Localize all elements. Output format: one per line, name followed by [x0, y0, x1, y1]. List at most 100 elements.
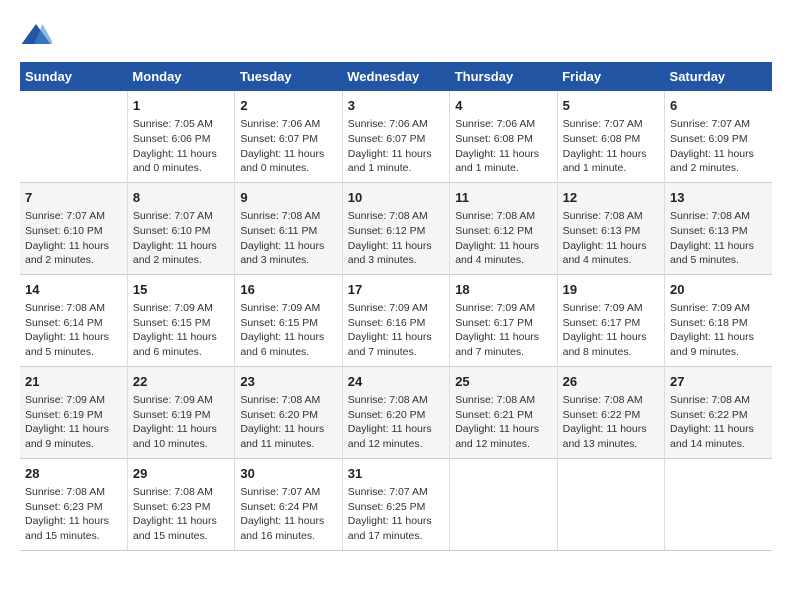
day-info: Sunrise: 7:08 AMSunset: 6:13 PMDaylight:… [563, 209, 659, 268]
calendar-cell: 5 Sunrise: 7:07 AMSunset: 6:08 PMDaylight… [557, 91, 664, 182]
day-info: Sunrise: 7:09 AMSunset: 6:16 PMDaylight:… [348, 301, 444, 360]
calendar-cell: 2 Sunrise: 7:06 AMSunset: 6:07 PMDaylight… [235, 91, 342, 182]
day-info: Sunrise: 7:08 AMSunset: 6:14 PMDaylight:… [25, 301, 122, 360]
calendar-cell: 17 Sunrise: 7:09 AMSunset: 6:16 PMDayligh… [342, 274, 449, 366]
calendar-cell: 13 Sunrise: 7:08 AMSunset: 6:13 PMDayligh… [665, 182, 772, 274]
day-info: Sunrise: 7:08 AMSunset: 6:22 PMDaylight:… [670, 393, 767, 452]
day-number: 15 [133, 281, 229, 299]
week-row-1: 1 Sunrise: 7:05 AMSunset: 6:06 PMDaylight… [20, 91, 772, 182]
calendar-cell: 8 Sunrise: 7:07 AMSunset: 6:10 PMDaylight… [127, 182, 234, 274]
day-info: Sunrise: 7:09 AMSunset: 6:15 PMDaylight:… [133, 301, 229, 360]
calendar-cell [20, 91, 127, 182]
day-number: 27 [670, 373, 767, 391]
day-info: Sunrise: 7:08 AMSunset: 6:12 PMDaylight:… [348, 209, 444, 268]
day-number: 28 [25, 465, 122, 483]
day-info: Sunrise: 7:07 AMSunset: 6:08 PMDaylight:… [563, 117, 659, 176]
calendar-cell: 30 Sunrise: 7:07 AMSunset: 6:24 PMDayligh… [235, 458, 342, 550]
day-number: 13 [670, 189, 767, 207]
day-info: Sunrise: 7:08 AMSunset: 6:22 PMDaylight:… [563, 393, 659, 452]
day-info: Sunrise: 7:08 AMSunset: 6:20 PMDaylight:… [348, 393, 444, 452]
calendar-cell: 18 Sunrise: 7:09 AMSunset: 6:17 PMDayligh… [450, 274, 557, 366]
day-number: 3 [348, 97, 444, 115]
day-number: 29 [133, 465, 229, 483]
day-number: 25 [455, 373, 551, 391]
calendar-cell: 4 Sunrise: 7:06 AMSunset: 6:08 PMDaylight… [450, 91, 557, 182]
day-info: Sunrise: 7:08 AMSunset: 6:21 PMDaylight:… [455, 393, 551, 452]
calendar-cell: 24 Sunrise: 7:08 AMSunset: 6:20 PMDayligh… [342, 366, 449, 458]
header-tuesday: Tuesday [235, 62, 342, 91]
day-info: Sunrise: 7:07 AMSunset: 6:24 PMDaylight:… [240, 485, 336, 544]
day-info: Sunrise: 7:06 AMSunset: 6:07 PMDaylight:… [240, 117, 336, 176]
calendar-cell [450, 458, 557, 550]
calendar-cell: 19 Sunrise: 7:09 AMSunset: 6:17 PMDayligh… [557, 274, 664, 366]
day-number: 5 [563, 97, 659, 115]
day-info: Sunrise: 7:09 AMSunset: 6:17 PMDaylight:… [563, 301, 659, 360]
day-info: Sunrise: 7:09 AMSunset: 6:19 PMDaylight:… [133, 393, 229, 452]
day-info: Sunrise: 7:06 AMSunset: 6:08 PMDaylight:… [455, 117, 551, 176]
day-info: Sunrise: 7:07 AMSunset: 6:25 PMDaylight:… [348, 485, 444, 544]
calendar-cell: 14Sunrise: 7:08 AMSunset: 6:14 PMDayligh… [20, 274, 127, 366]
calendar-cell: 28 Sunrise: 7:08 AMSunset: 6:23 PMDayligh… [20, 458, 127, 550]
day-number: 9 [240, 189, 336, 207]
header [20, 20, 772, 52]
header-sunday: Sunday [20, 62, 127, 91]
day-number: 23 [240, 373, 336, 391]
day-info: Sunrise: 7:08 AMSunset: 6:11 PMDaylight:… [240, 209, 336, 268]
day-number: 1 [133, 97, 229, 115]
day-number: 30 [240, 465, 336, 483]
day-number: 17 [348, 281, 444, 299]
day-number: 22 [133, 373, 229, 391]
day-info: Sunrise: 7:08 AMSunset: 6:13 PMDaylight:… [670, 209, 767, 268]
day-number: 2 [240, 97, 336, 115]
day-number: 19 [563, 281, 659, 299]
day-info: Sunrise: 7:08 AMSunset: 6:23 PMDaylight:… [133, 485, 229, 544]
day-number: 12 [563, 189, 659, 207]
day-number: 7 [25, 189, 122, 207]
day-info: Sunrise: 7:08 AMSunset: 6:20 PMDaylight:… [240, 393, 336, 452]
calendar-cell: 31 Sunrise: 7:07 AMSunset: 6:25 PMDayligh… [342, 458, 449, 550]
header-friday: Friday [557, 62, 664, 91]
day-info: Sunrise: 7:08 AMSunset: 6:23 PMDaylight:… [25, 485, 122, 544]
logo-icon [20, 20, 52, 52]
week-row-5: 28 Sunrise: 7:08 AMSunset: 6:23 PMDayligh… [20, 458, 772, 550]
day-number: 21 [25, 373, 122, 391]
calendar-cell: 23 Sunrise: 7:08 AMSunset: 6:20 PMDayligh… [235, 366, 342, 458]
day-number: 11 [455, 189, 551, 207]
calendar-cell: 1 Sunrise: 7:05 AMSunset: 6:06 PMDaylight… [127, 91, 234, 182]
day-info: Sunrise: 7:09 AMSunset: 6:17 PMDaylight:… [455, 301, 551, 360]
calendar-cell: 22 Sunrise: 7:09 AMSunset: 6:19 PMDayligh… [127, 366, 234, 458]
day-number: 16 [240, 281, 336, 299]
week-row-3: 14Sunrise: 7:08 AMSunset: 6:14 PMDayligh… [20, 274, 772, 366]
header-saturday: Saturday [665, 62, 772, 91]
day-number: 31 [348, 465, 444, 483]
day-number: 24 [348, 373, 444, 391]
week-row-2: 7 Sunrise: 7:07 AMSunset: 6:10 PMDaylight… [20, 182, 772, 274]
day-number: 8 [133, 189, 229, 207]
day-info: Sunrise: 7:09 AMSunset: 6:19 PMDaylight:… [25, 393, 122, 452]
calendar-cell: 16 Sunrise: 7:09 AMSunset: 6:15 PMDayligh… [235, 274, 342, 366]
calendar-cell: 9 Sunrise: 7:08 AMSunset: 6:11 PMDaylight… [235, 182, 342, 274]
day-info: Sunrise: 7:09 AMSunset: 6:18 PMDaylight:… [670, 301, 767, 360]
calendar-cell: 27 Sunrise: 7:08 AMSunset: 6:22 PMDayligh… [665, 366, 772, 458]
calendar-cell: 10Sunrise: 7:08 AMSunset: 6:12 PMDayligh… [342, 182, 449, 274]
week-row-4: 21 Sunrise: 7:09 AMSunset: 6:19 PMDayligh… [20, 366, 772, 458]
day-number: 18 [455, 281, 551, 299]
day-info: Sunrise: 7:05 AMSunset: 6:06 PMDaylight:… [133, 117, 229, 176]
calendar-cell: 3 Sunrise: 7:06 AMSunset: 6:07 PMDaylight… [342, 91, 449, 182]
day-number: 4 [455, 97, 551, 115]
day-info: Sunrise: 7:07 AMSunset: 6:10 PMDaylight:… [133, 209, 229, 268]
day-info: Sunrise: 7:09 AMSunset: 6:15 PMDaylight:… [240, 301, 336, 360]
calendar-header-row: SundayMondayTuesdayWednesdayThursdayFrid… [20, 62, 772, 91]
calendar-cell: 20 Sunrise: 7:09 AMSunset: 6:18 PMDayligh… [665, 274, 772, 366]
calendar-cell: 21 Sunrise: 7:09 AMSunset: 6:19 PMDayligh… [20, 366, 127, 458]
day-number: 20 [670, 281, 767, 299]
logo [20, 20, 56, 52]
calendar-cell: 6Sunrise: 7:07 AMSunset: 6:09 PMDaylight… [665, 91, 772, 182]
calendar-cell: 25 Sunrise: 7:08 AMSunset: 6:21 PMDayligh… [450, 366, 557, 458]
calendar-table: SundayMondayTuesdayWednesdayThursdayFrid… [20, 62, 772, 551]
day-info: Sunrise: 7:06 AMSunset: 6:07 PMDaylight:… [348, 117, 444, 176]
day-info: Sunrise: 7:07 AMSunset: 6:10 PMDaylight:… [25, 209, 122, 268]
calendar-cell: 15 Sunrise: 7:09 AMSunset: 6:15 PMDayligh… [127, 274, 234, 366]
day-info: Sunrise: 7:07 AMSunset: 6:09 PMDaylight:… [670, 117, 767, 176]
header-thursday: Thursday [450, 62, 557, 91]
